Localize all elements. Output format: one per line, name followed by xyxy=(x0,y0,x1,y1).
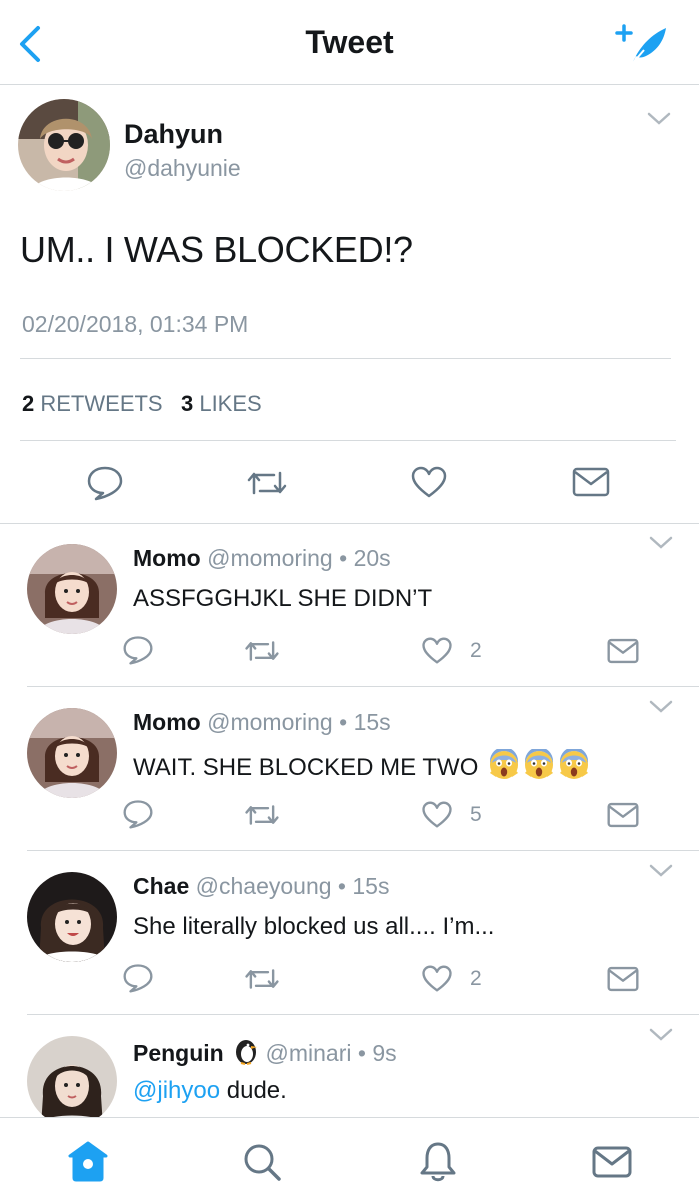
chevron-down-icon[interactable] xyxy=(646,111,672,127)
avatar[interactable] xyxy=(27,708,117,798)
retweets-stat[interactable]: 2 RETWEETS xyxy=(22,391,163,416)
chevron-down-icon[interactable] xyxy=(648,863,674,879)
reply-name: Momo xyxy=(133,709,201,735)
reply-icon[interactable] xyxy=(122,963,154,993)
mention-link[interactable]: @jihyoo xyxy=(133,1077,220,1104)
retweet-icon[interactable] xyxy=(244,965,280,993)
like-heart-icon[interactable] xyxy=(421,964,453,993)
top-nav-bar: Tweet xyxy=(0,0,699,85)
avatar[interactable] xyxy=(27,872,117,962)
reply-actions: 2 xyxy=(0,635,699,669)
search-icon[interactable] xyxy=(242,1142,282,1182)
tweet-text: UM.. I WAS BLOCKED!? xyxy=(20,229,413,270)
like-count: 5 xyxy=(470,803,482,826)
reply-actions: 5 xyxy=(0,799,699,833)
messages-icon[interactable] xyxy=(592,1146,632,1178)
like-heart-icon[interactable] xyxy=(421,636,453,665)
reply-time: 15s xyxy=(352,873,390,899)
engagement-stats: 2 RETWEETS 3 LIKES xyxy=(22,391,262,417)
reply-name: Penguin xyxy=(133,1040,224,1066)
like-count: 2 xyxy=(470,639,482,662)
like-heart-icon[interactable] xyxy=(421,800,453,829)
reply-tweet[interactable]: Momo @momoring • 15s WAIT. SHE BLOCKED M… xyxy=(0,687,699,851)
screaming-face-emoji-icon xyxy=(525,749,554,779)
reply-time: 15s xyxy=(353,709,391,735)
avatar[interactable] xyxy=(27,1036,117,1117)
compose-tweet-icon[interactable] xyxy=(614,20,670,68)
notifications-icon[interactable] xyxy=(418,1140,458,1184)
reply-text-row: WAIT. SHE BLOCKED ME TWO xyxy=(133,749,590,782)
reply-tweet[interactable]: Momo @momoring • 20s ASSFGGHJKL SHE DIDN… xyxy=(0,523,699,687)
reply-name: Chae xyxy=(133,873,190,899)
bottom-tab-bar xyxy=(0,1117,699,1201)
like-count: 2 xyxy=(470,967,482,990)
divider xyxy=(20,440,676,441)
reply-time: 9s xyxy=(372,1040,397,1066)
reply-time: 20s xyxy=(353,545,391,571)
reply-text: dude. xyxy=(226,1077,287,1104)
penguin-emoji-icon xyxy=(236,1040,258,1065)
reply-text-row: @jihyoo dude. xyxy=(133,1077,287,1105)
screaming-face-emoji-icon xyxy=(560,749,589,779)
author-name[interactable]: Dahyun xyxy=(124,119,223,150)
retweet-icon[interactable] xyxy=(246,467,288,499)
share-dm-icon[interactable] xyxy=(572,467,610,497)
reply-tweet[interactable]: Penguin @minari • 9s @jihyoo dude. xyxy=(0,1015,699,1117)
reply-icon[interactable] xyxy=(86,465,124,501)
divider xyxy=(20,358,671,359)
avatar[interactable] xyxy=(27,544,117,634)
reply-text: ASSFGGHJKL SHE DIDN’T xyxy=(133,585,433,612)
tweet-actions xyxy=(0,465,699,505)
chevron-down-icon[interactable] xyxy=(648,699,674,715)
retweet-icon[interactable] xyxy=(244,637,280,665)
avatar[interactable] xyxy=(18,99,110,191)
retweet-icon[interactable] xyxy=(244,801,280,829)
screaming-face-emoji-icon xyxy=(490,749,519,779)
reply-name: Momo xyxy=(133,545,201,571)
reply-icon[interactable] xyxy=(122,799,154,829)
main-tweet: Dahyun @dahyunie UM.. I WAS BLOCKED!? 02… xyxy=(0,85,699,524)
share-dm-icon[interactable] xyxy=(607,966,639,992)
share-dm-icon[interactable] xyxy=(607,638,639,664)
reply-handle: @minari xyxy=(265,1040,352,1066)
reply-author: Penguin @minari • 9s xyxy=(133,1037,397,1067)
chevron-down-icon[interactable] xyxy=(648,1027,674,1043)
like-heart-icon[interactable] xyxy=(410,465,448,499)
reply-handle: @chaeyoung xyxy=(195,873,332,899)
reply-author: Momo @momoring • 15s xyxy=(133,709,391,735)
page-title: Tweet xyxy=(305,24,394,60)
author-handle[interactable]: @dahyunie xyxy=(124,155,241,182)
reply-author: Momo @momoring • 20s xyxy=(133,545,391,571)
reply-icon[interactable] xyxy=(122,635,154,665)
reply-actions: 2 xyxy=(0,963,699,997)
reply-handle: @momoring xyxy=(207,545,333,571)
tweet-timestamp: 02/20/2018, 01:34 PM xyxy=(22,311,249,337)
reply-text: WAIT. SHE BLOCKED ME TWO xyxy=(133,754,479,781)
reply-tweet[interactable]: Chae @chaeyoung • 15s She literally bloc… xyxy=(0,851,699,1015)
chevron-down-icon[interactable] xyxy=(648,535,674,551)
reply-text: She literally blocked us all.... I’m... xyxy=(133,913,495,940)
reply-handle: @momoring xyxy=(207,709,333,735)
reply-author: Chae @chaeyoung • 15s xyxy=(133,873,390,899)
likes-stat[interactable]: 3 LIKES xyxy=(181,391,262,416)
share-dm-icon[interactable] xyxy=(607,802,639,828)
home-icon[interactable] xyxy=(66,1140,110,1182)
